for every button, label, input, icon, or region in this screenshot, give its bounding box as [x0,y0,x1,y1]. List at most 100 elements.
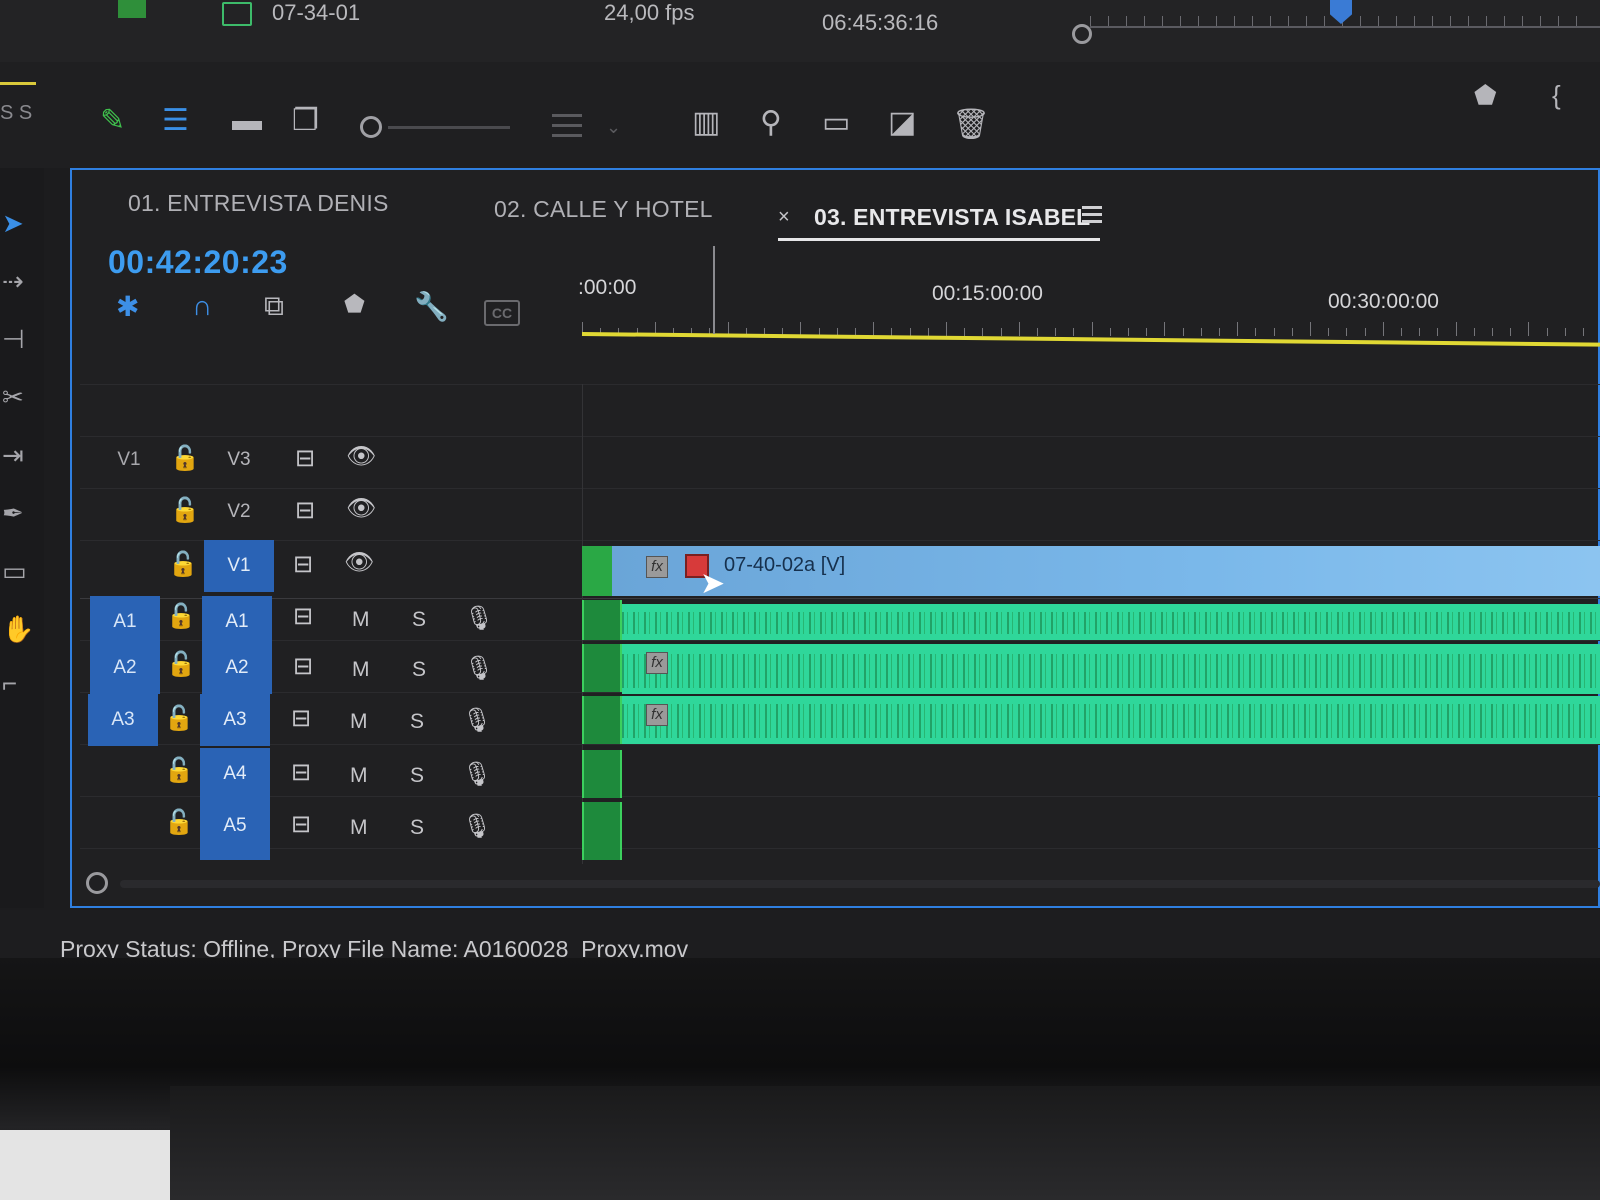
source-patch-a2[interactable]: A2 [90,642,160,694]
track-target-v2[interactable]: V2 [204,486,274,538]
source-zoom-knob[interactable] [1072,24,1092,44]
source-patch-empty[interactable] [94,486,164,538]
audio-clip-stub[interactable] [582,802,622,860]
pen-tool-icon[interactable]: ✒ [2,498,32,528]
lock-icon[interactable]: 🔓 [170,496,200,525]
clip-fx-badge[interactable]: fx [646,652,668,674]
list-view-icon[interactable]: ☰ [162,106,189,136]
track-target-a3[interactable]: A3 [200,694,270,746]
sync-lock-icon[interactable]: ⊟ [286,758,316,787]
track-target-v3[interactable]: V3 [204,434,274,486]
mark-in-icon[interactable]: { [1552,80,1561,110]
rectangle-tool-icon[interactable]: ▭ [2,556,32,586]
sync-lock-icon[interactable]: ⊟ [290,496,320,525]
automate-to-sequence-icon[interactable]: ▥ [692,108,720,138]
audio-clip-a3[interactable] [622,696,1600,744]
microphone-icon[interactable]: 🎙 [464,604,494,633]
lock-icon[interactable]: 🔓 [166,650,196,679]
selection-tool-icon[interactable]: ➤ [2,208,32,238]
audio-clip-a1[interactable] [622,604,1600,640]
trash-icon[interactable]: 🗑 [952,110,990,140]
nest-toggle-icon[interactable]: ✱ [116,290,139,323]
sync-lock-icon[interactable]: ⊟ [286,810,316,839]
horizontal-scrollbar[interactable] [120,880,1600,888]
tab-sequence-3[interactable]: 03. ENTREVISTA ISABEL [814,204,1090,231]
eye-icon[interactable]: 👁 [346,494,376,523]
mute-button[interactable]: M [350,764,368,788]
sync-lock-icon[interactable]: ⊟ [288,652,318,681]
new-bin-icon[interactable]: ▭ [822,108,850,138]
search-icon[interactable]: ⚲ [760,108,782,138]
freeform-view-icon[interactable]: ❐ [292,106,319,136]
source-patch-a1[interactable]: A1 [90,596,160,648]
lock-icon[interactable]: 🔓 [164,756,194,785]
tab-sequence-2[interactable]: 02. CALLE Y HOTEL [494,196,713,223]
sync-lock-icon[interactable]: ⊟ [290,444,320,473]
razor-tool-icon[interactable]: ✂ [2,382,32,412]
icon-view-icon[interactable]: ▬ [232,106,262,136]
marker-icon[interactable]: ⬟ [1474,80,1497,110]
eye-icon[interactable]: 👁 [346,442,376,471]
track-target-a2[interactable]: A2 [202,642,272,694]
audio-clip-stub[interactable] [582,696,622,744]
eye-icon[interactable]: 👁 [344,548,374,577]
audio-clip-stub[interactable] [582,644,622,692]
source-patch-a3[interactable]: A3 [88,694,158,746]
mute-button[interactable]: M [352,608,370,632]
microphone-icon[interactable]: 🎙 [464,654,494,683]
clip-fx-badge[interactable]: fx [646,556,668,578]
solo-button[interactable]: S [410,710,424,734]
track-target-a4[interactable]: A4 [200,748,270,800]
sort-icon[interactable] [552,114,582,140]
source-patch-empty[interactable] [88,748,158,800]
source-patch-v1[interactable]: V1 [94,434,164,486]
microphone-icon[interactable]: 🎙 [462,706,492,735]
chevron-down-icon[interactable]: ⌄ [606,112,621,142]
microphone-icon[interactable]: 🎙 [462,760,492,789]
lock-icon[interactable]: 🔓 [166,602,196,631]
audio-clip-a2[interactable] [622,644,1600,694]
hand-tool-icon[interactable]: ✋ [2,614,34,644]
add-marker-icon[interactable]: ⬟ [344,290,365,319]
new-item-icon[interactable]: ◪ [888,108,916,138]
clip-fx-badge[interactable]: fx [646,704,668,726]
timeline-settings-wrench-icon[interactable]: 🔧 [414,290,449,323]
source-patch-empty[interactable] [88,800,158,852]
tab-sequence-1[interactable]: 01. ENTREVISTA DENIS [128,190,388,217]
pencil-icon[interactable]: ✎ [100,106,125,136]
mute-button[interactable]: M [350,710,368,734]
sync-lock-icon[interactable]: ⊟ [288,550,318,579]
sync-lock-icon[interactable]: ⊟ [288,602,318,631]
track-select-tool-icon[interactable]: ⇢ [2,266,32,296]
mute-button[interactable]: M [352,658,370,682]
project-clip-name[interactable]: 07-34-01 [272,0,360,26]
time-ruler[interactable]: :00:00 00:15:00:00 00:30:00:00 [578,268,1600,338]
solo-button[interactable]: S [410,764,424,788]
playhead-line[interactable] [713,246,715,334]
solo-button[interactable]: S [412,608,426,632]
lock-icon[interactable]: 🔓 [168,550,198,579]
thumbnail-zoom-slider[interactable] [388,126,510,129]
track-target-v1[interactable]: V1 [204,540,274,592]
mute-button[interactable]: M [350,816,368,840]
source-patch-empty[interactable] [94,540,164,592]
captions-button[interactable]: CC [484,300,520,326]
playhead-timecode[interactable]: 00:42:20:23 [108,244,288,281]
lock-icon[interactable]: 🔓 [164,808,194,837]
audio-clip-stub[interactable] [582,600,622,640]
track-target-a1[interactable]: A1 [202,596,272,648]
lock-icon[interactable]: 🔓 [164,704,194,733]
audio-clip-stub[interactable] [582,750,622,798]
solo-button[interactable]: S [412,658,426,682]
ripple-edit-tool-icon[interactable]: ⊣ [2,324,32,354]
linked-selection-icon[interactable]: ⧉ [264,290,284,323]
lock-icon[interactable]: 🔓 [170,444,200,473]
timeline-zoom-knob[interactable] [86,872,108,894]
tab-close-icon[interactable]: × [778,206,790,229]
slip-tool-icon[interactable]: ⇥ [2,440,32,470]
panel-menu-icon[interactable] [1082,206,1102,224]
microphone-icon[interactable]: 🎙 [462,812,492,841]
solo-button[interactable]: S [410,816,424,840]
track-target-a5[interactable]: A5 [200,800,270,860]
type-tool-icon[interactable]: ⌐ [2,668,32,698]
